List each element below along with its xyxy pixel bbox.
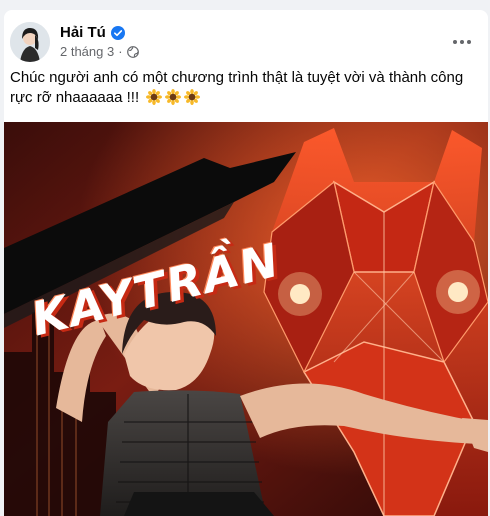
verified-badge-icon xyxy=(110,25,125,40)
post-date[interactable]: 2 tháng 3 xyxy=(60,44,114,59)
sunflower-emoji xyxy=(146,89,163,105)
sunflower-emoji xyxy=(165,89,182,105)
author-name[interactable]: Hải Tú xyxy=(60,24,106,41)
post-caption: Chúc người anh có một chương trình thật … xyxy=(10,68,480,108)
caption-text: Chúc người anh có một chương trình thật … xyxy=(10,69,464,106)
post-header: Hải Tú 2 tháng 3 · xyxy=(10,22,480,62)
author-avatar[interactable] xyxy=(10,22,50,62)
post-card: Hải Tú 2 tháng 3 · Chúc người anh có một… xyxy=(4,10,488,516)
more-options-icon xyxy=(453,40,471,44)
globe-icon[interactable] xyxy=(126,45,139,58)
post-meta: 2 tháng 3 · xyxy=(60,44,139,59)
post-image[interactable]: KAYTRẦN xyxy=(4,122,488,516)
meta-separator: · xyxy=(118,44,123,59)
top-gap xyxy=(0,0,490,10)
sunflower-emoji xyxy=(184,89,201,105)
more-options-button[interactable] xyxy=(446,26,478,58)
author-name-row: Hải Tú xyxy=(60,24,125,41)
